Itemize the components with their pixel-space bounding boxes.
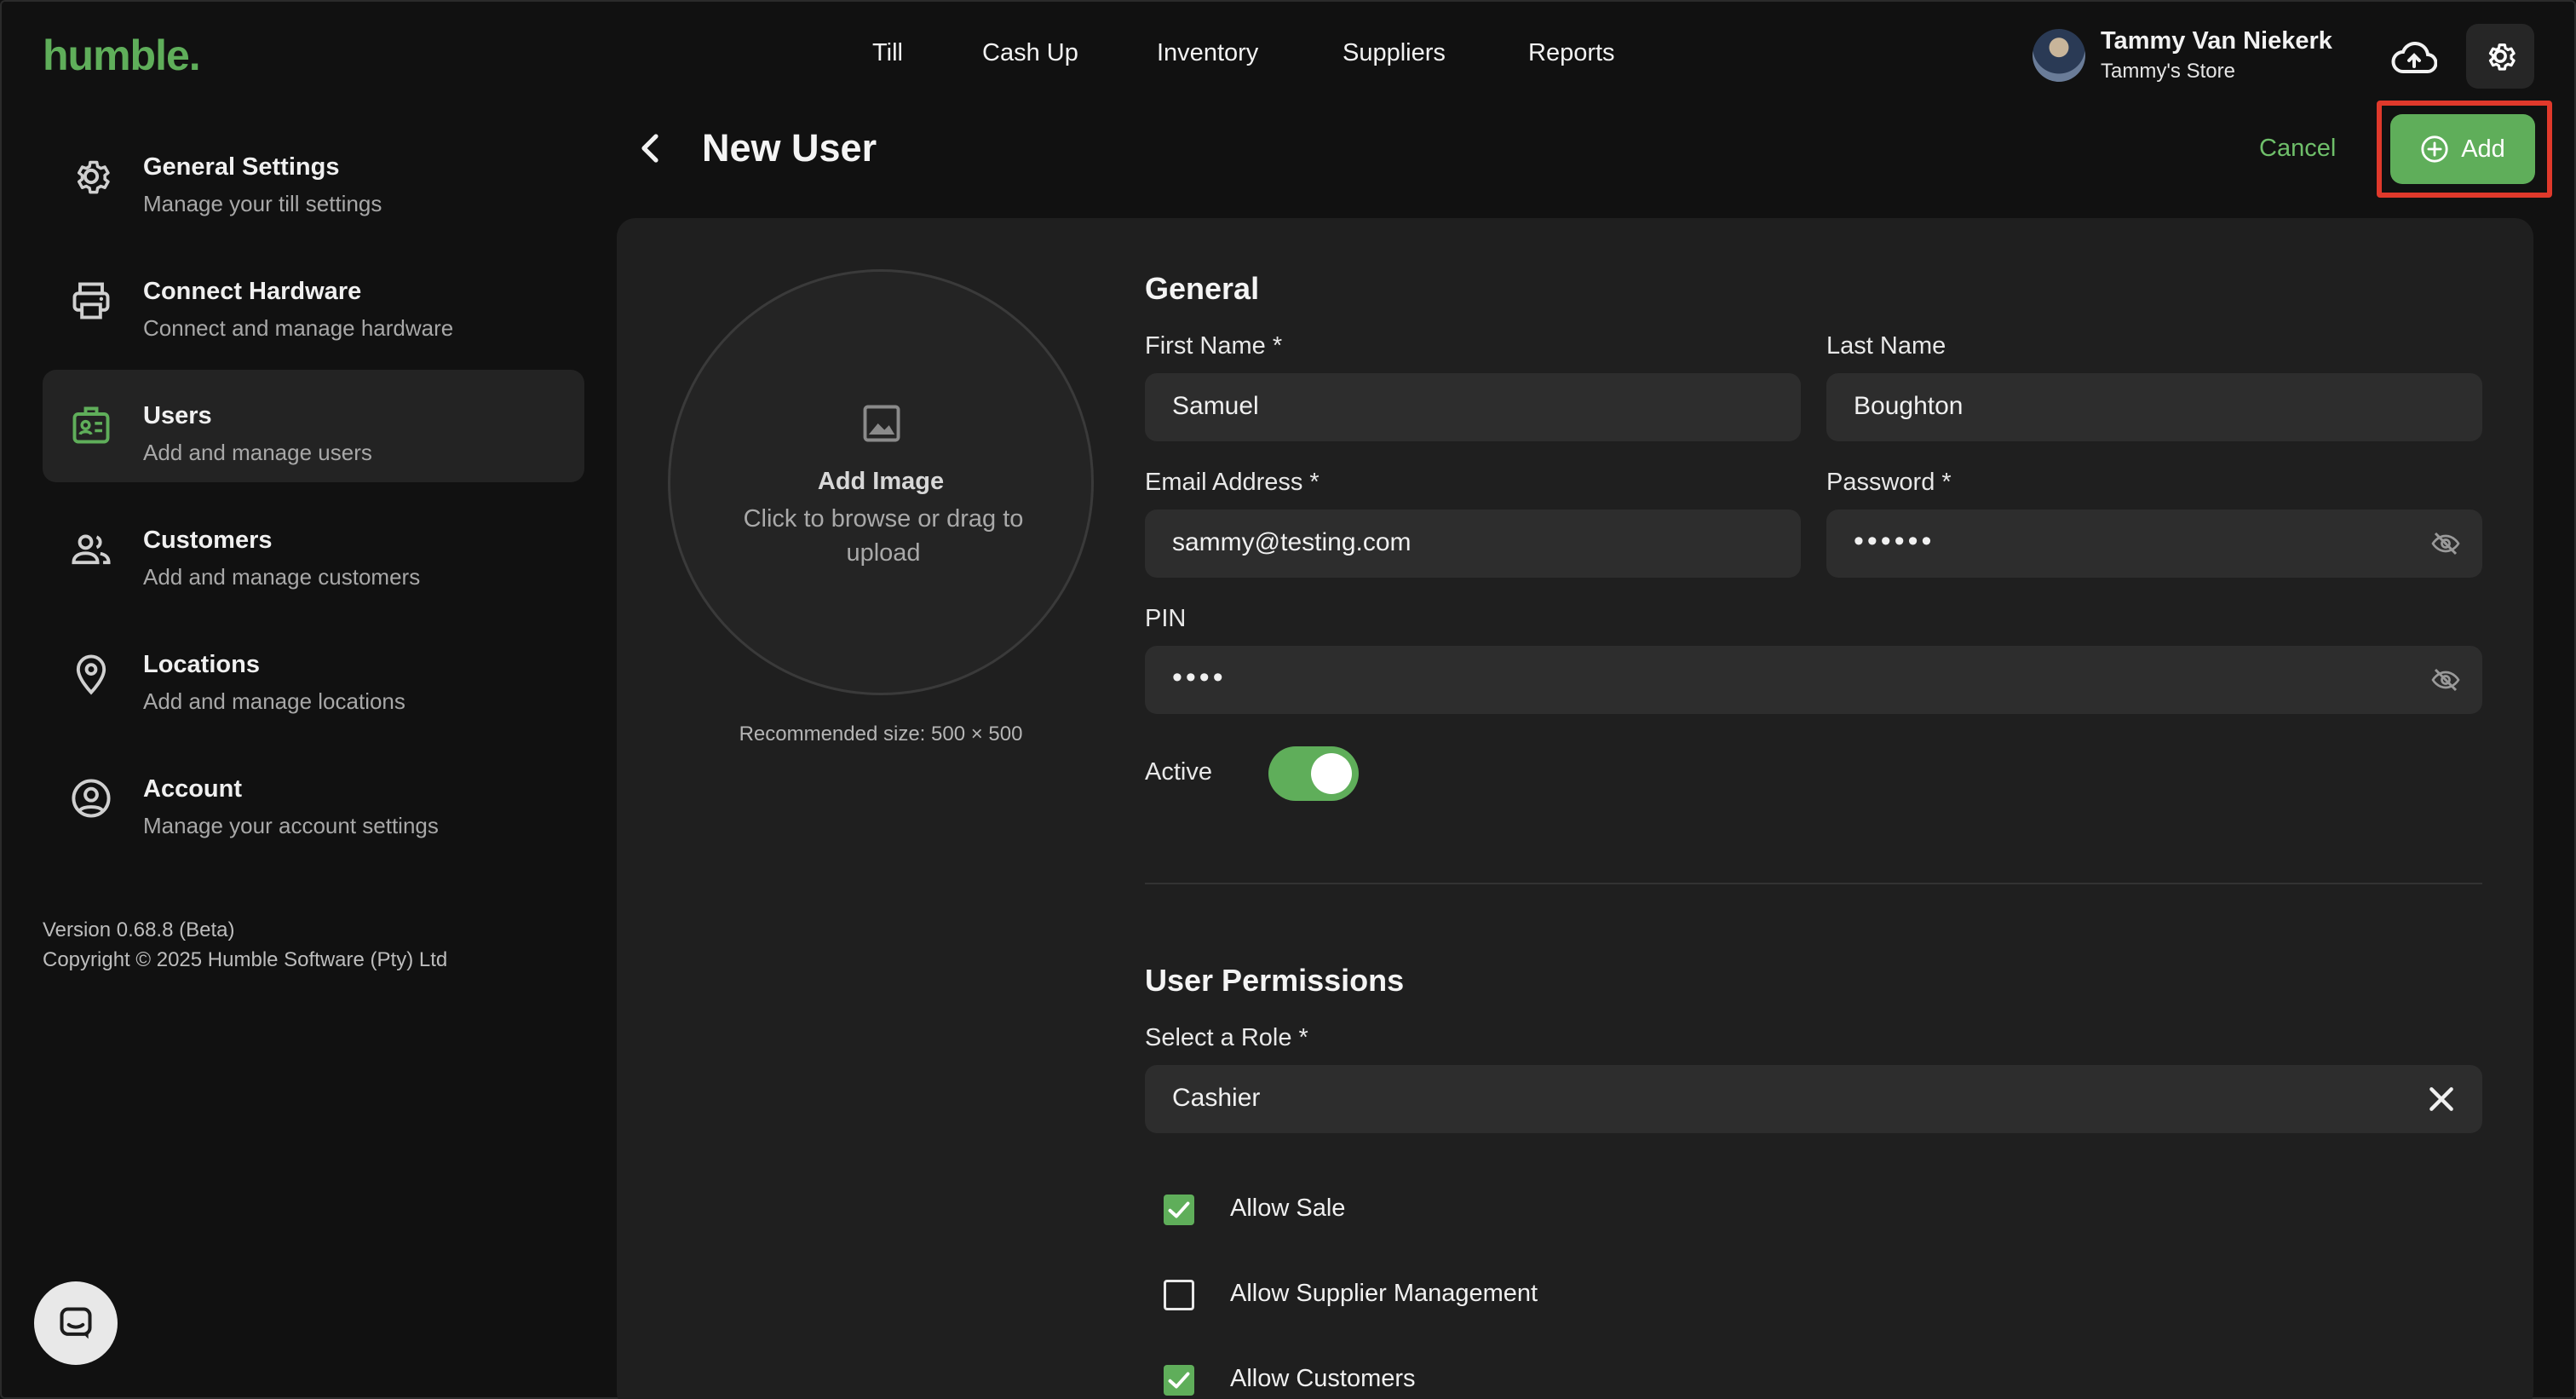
version-info: Version 0.68.8 (Beta) Copyright © 2025 H… [43, 915, 447, 975]
sidebar-item-locations[interactable]: Locations Add and manage locations [43, 619, 584, 731]
image-upload-dropzone[interactable]: Add Image Click to browse or drag to upl… [668, 269, 1094, 695]
first-name-value: Samuel [1172, 392, 1259, 420]
sidebar-item-title: Locations [143, 651, 260, 678]
active-toggle[interactable] [1268, 746, 1359, 801]
sidebar-item-general-settings[interactable]: General Settings Manage your till settin… [43, 121, 584, 233]
add-button[interactable]: Add [2390, 114, 2535, 184]
printer-icon [66, 276, 116, 325]
pin-label: PIN [1145, 605, 1187, 632]
close-icon[interactable] [2424, 1082, 2458, 1116]
chat-icon [60, 1307, 92, 1339]
email-field[interactable]: sammy@testing.com [1145, 510, 1801, 578]
settings-button[interactable] [2466, 24, 2534, 89]
sidebar-item-title: Customers [143, 527, 273, 554]
first-name-field[interactable]: Samuel [1145, 373, 1801, 441]
nav-inventory[interactable]: Inventory [1157, 39, 1258, 67]
upload-hint: Click to browse or drag to upload [743, 505, 1024, 567]
sidebar-item-subtitle: Connect and manage hardware [143, 315, 454, 341]
pin-masked-value: •••• [1172, 661, 1227, 694]
role-label: Select a Role * [1145, 1024, 1308, 1051]
toggle-knob [1311, 753, 1352, 794]
sidebar-item-subtitle: Manage your account settings [143, 813, 439, 838]
sidebar-item-title: Connect Hardware [143, 278, 362, 305]
gear-icon [66, 152, 116, 201]
location-pin-icon [66, 649, 116, 699]
page-title: New User [702, 126, 877, 170]
permissions-section-title: User Permissions [1145, 963, 1405, 998]
eye-off-icon[interactable] [2429, 665, 2462, 695]
permission-label: Allow Customers [1230, 1365, 1416, 1392]
last-name-field[interactable]: Boughton [1826, 373, 2482, 441]
avatar [2033, 29, 2085, 82]
people-icon [66, 525, 116, 574]
image-icon [863, 405, 900, 442]
sidebar-item-subtitle: Manage your till settings [143, 191, 382, 216]
sidebar-item-title: Account [143, 775, 242, 803]
checkbox-unchecked[interactable] [1164, 1280, 1194, 1310]
recommended-size-note: Recommended size: 500 × 500 [739, 723, 1023, 746]
plus-circle-icon [2421, 135, 2448, 163]
last-name-label: Last Name [1826, 332, 1946, 360]
check-icon [1168, 1201, 1190, 1218]
sidebar-item-subtitle: Add and manage users [143, 440, 372, 465]
support-chat-button[interactable] [34, 1281, 118, 1365]
check-icon [1168, 1372, 1190, 1389]
sidebar-item-title: Users [143, 402, 212, 429]
back-button[interactable] [629, 126, 673, 170]
version-text: Version 0.68.8 (Beta) [43, 918, 235, 941]
nav-suppliers[interactable]: Suppliers [1343, 39, 1446, 67]
email-value: sammy@testing.com [1172, 528, 1412, 556]
cloud-upload-icon [2391, 42, 2437, 73]
general-section-title: General [1145, 271, 1260, 306]
checkbox-checked[interactable] [1164, 1195, 1194, 1225]
section-divider [1145, 883, 2482, 884]
eye-off-icon[interactable] [2429, 528, 2462, 559]
role-value: Cashier [1172, 1084, 1261, 1112]
permission-label: Allow Supplier Management [1230, 1280, 1538, 1307]
password-label: Password * [1826, 469, 1952, 496]
sidebar-item-users[interactable]: Users Add and manage users [43, 370, 584, 482]
gear-icon [2488, 43, 2516, 71]
password-masked-value: •••••• [1854, 525, 1935, 557]
sidebar-item-title: General Settings [143, 153, 340, 181]
pin-field[interactable]: •••• [1145, 646, 2482, 714]
id-badge-icon [66, 400, 116, 450]
sidebar-item-subtitle: Add and manage customers [143, 564, 421, 590]
active-label: Active [1145, 758, 1212, 786]
add-image-label: Add Image [817, 468, 945, 495]
sidebar-item-account[interactable]: Account Manage your account settings [43, 743, 584, 855]
copyright-text: Copyright © 2025 Humble Software (Pty) L… [43, 948, 448, 971]
email-label: Email Address * [1145, 469, 1320, 496]
cloud-upload-button[interactable] [2385, 34, 2443, 82]
sidebar-item-customers[interactable]: Customers Add and manage customers [43, 494, 584, 607]
nav-cash-up[interactable]: Cash Up [982, 39, 1078, 67]
role-select[interactable]: Cashier [1145, 1065, 2482, 1133]
account-circle-icon [66, 774, 116, 823]
store-name: Tammy's Store [2101, 60, 2235, 83]
chevron-left-icon [641, 134, 658, 163]
user-name: Tammy Van Niekerk [2101, 27, 2332, 55]
sidebar-item-connect-hardware[interactable]: Connect Hardware Connect and manage hard… [43, 245, 584, 358]
permission-label: Allow Sale [1230, 1195, 1346, 1222]
first-name-label: First Name * [1145, 332, 1283, 360]
checkbox-checked[interactable] [1164, 1365, 1194, 1396]
last-name-value: Boughton [1854, 392, 1964, 420]
password-field[interactable]: •••••• [1826, 510, 2482, 578]
sidebar-item-subtitle: Add and manage locations [143, 688, 405, 714]
add-button-label: Add [2461, 135, 2505, 163]
cancel-button[interactable]: Cancel [2259, 135, 2336, 163]
nav-till[interactable]: Till [872, 39, 903, 67]
nav-reports[interactable]: Reports [1528, 39, 1615, 67]
